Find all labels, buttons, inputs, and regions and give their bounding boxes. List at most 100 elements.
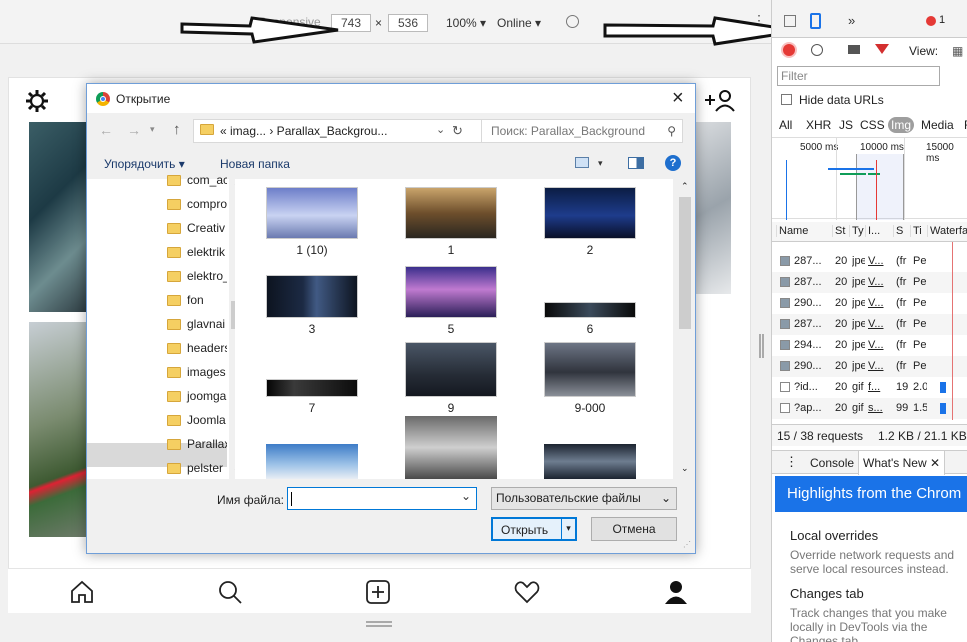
file-thumbnail[interactable] (266, 187, 358, 239)
file-thumbnail[interactable] (405, 342, 497, 397)
file-name[interactable]: 3 (252, 322, 372, 336)
record-icon[interactable] (783, 44, 795, 56)
request-row[interactable]: ?id... 20 gif f... 19 2.0 (772, 377, 967, 398)
whats-new-item[interactable]: Changes tab Track changes that you make … (790, 586, 967, 642)
file-name[interactable]: 1 (391, 243, 511, 257)
settings-gear-icon[interactable] (25, 89, 49, 113)
forward-icon[interactable]: → (127, 122, 141, 138)
help-icon[interactable]: ? (665, 155, 681, 171)
home-icon[interactable] (69, 579, 95, 605)
filter-icon[interactable] (875, 44, 889, 54)
file-thumbnail[interactable] (405, 416, 497, 479)
request-row[interactable]: 294... 20 jpe V... (fr Pe (772, 335, 967, 356)
tree-item[interactable]: pelster (167, 456, 227, 480)
close-tab-icon[interactable]: ✕ (930, 456, 940, 470)
file-thumbnail[interactable] (266, 444, 358, 479)
file-thumbnail[interactable] (544, 444, 636, 479)
whats-new-item[interactable]: Local overrides Override network request… (790, 528, 967, 578)
tree-item[interactable]: com_ac (167, 168, 227, 192)
list-view-icon[interactable]: ▦ (952, 44, 963, 58)
request-row[interactable]: 290... 20 jpe V... (fr Pe (772, 356, 967, 377)
file-thumbnail[interactable] (544, 187, 636, 239)
close-icon[interactable]: × (672, 87, 684, 110)
column-header[interactable]: I... (865, 225, 893, 237)
inspect-icon[interactable] (784, 15, 796, 27)
clear-icon[interactable] (811, 44, 823, 56)
file-name[interactable]: 7 (252, 401, 372, 415)
zoom-select[interactable]: 100% ▾ (446, 16, 486, 30)
preview-pane-icon[interactable] (628, 157, 644, 169)
tree-item[interactable]: images (167, 360, 227, 384)
file-name[interactable]: 6 (530, 322, 650, 336)
file-name[interactable]: 1 (10) (252, 243, 372, 257)
column-header[interactable]: Waterfa (927, 225, 967, 237)
type-filter-xhr[interactable]: XHR (806, 118, 831, 132)
open-button[interactable]: Открыть ▾ (491, 517, 577, 541)
file-thumbnail[interactable] (266, 379, 358, 397)
column-header[interactable]: Ty (849, 225, 865, 237)
tree-item[interactable]: Creativ (167, 216, 227, 240)
tree-item[interactable]: joomga (167, 384, 227, 408)
filename-input[interactable]: ⌄ (287, 487, 477, 510)
drawer-menu-icon[interactable]: ⋮ (785, 454, 798, 470)
type-filter-media[interactable]: Media (921, 118, 954, 132)
resize-grip-icon[interactable]: ⋰ (683, 540, 691, 549)
back-icon[interactable]: ← (99, 122, 113, 138)
new-folder-button[interactable]: Новая папка (220, 152, 290, 176)
tree-item[interactable]: headers (167, 336, 227, 360)
tree-item[interactable]: Parallax (167, 432, 227, 456)
tree-item[interactable]: compro (167, 192, 227, 216)
column-header[interactable]: Ti (910, 225, 927, 237)
side-resize-handle[interactable] (759, 334, 764, 358)
view-chevron-icon[interactable]: ▾ (598, 158, 603, 169)
files-scrollbar[interactable]: ⌃ ⌄ (677, 179, 694, 479)
file-thumbnail[interactable] (266, 275, 358, 318)
add-user-icon[interactable] (703, 88, 737, 112)
history-chevron-icon[interactable]: ▾ (150, 124, 155, 135)
file-thumbnail[interactable] (544, 302, 636, 318)
type-filter-js[interactable]: JS (839, 118, 853, 132)
device-toggle-icon[interactable] (810, 13, 821, 29)
file-thumbnail[interactable] (405, 266, 497, 318)
request-row[interactable]: 287... 20 jpe V... (fr Pe (772, 314, 967, 335)
resize-handle[interactable] (366, 621, 392, 627)
files-scroll-up-icon[interactable]: ⌃ (681, 181, 689, 192)
tree-item[interactable]: Joomla (167, 408, 227, 432)
grid-photo[interactable] (693, 122, 731, 294)
tree-item[interactable]: elektro_ (167, 264, 227, 288)
grid-photo[interactable] (29, 122, 89, 312)
files-scroll-thumb[interactable] (679, 197, 691, 329)
heart-icon[interactable] (514, 579, 540, 605)
open-dropdown-icon[interactable]: ▾ (561, 517, 575, 541)
filename-chevron-icon[interactable]: ⌄ (461, 489, 471, 503)
tree-item[interactable]: elektrik (167, 240, 227, 264)
breadcrumb-chevron-icon[interactable]: ⌄ (436, 123, 445, 136)
height-input[interactable]: 536 (388, 14, 428, 32)
hide-data-urls-checkbox[interactable] (781, 94, 792, 105)
file-thumbnail[interactable] (544, 342, 636, 397)
rotate-icon[interactable] (566, 15, 579, 28)
tree-item[interactable]: fon (167, 288, 227, 312)
more-tabs-icon[interactable]: » (848, 13, 855, 28)
search-field[interactable]: Поиск: Parallax_Background ⚲ (481, 119, 683, 143)
request-row[interactable]: 290... 20 jpe V... (fr Pe (772, 293, 967, 314)
request-row[interactable]: ?ap... 20 gif s... 99 1.5 (772, 398, 967, 419)
file-name[interactable]: 9 (391, 401, 511, 415)
tab-whats-new[interactable]: What's New ✕ (858, 451, 946, 475)
filter-input[interactable]: Filter (777, 66, 940, 86)
type-filter-img[interactable]: Img (888, 117, 915, 133)
tab-console[interactable]: Console (810, 456, 854, 470)
request-row[interactable]: 287... 20 jpe V... (fr Pe (772, 251, 967, 272)
throttle-select[interactable]: Online ▾ (497, 16, 541, 30)
file-name[interactable]: 2 (530, 243, 650, 257)
new-post-icon[interactable] (365, 579, 391, 605)
column-header[interactable]: S (893, 225, 910, 237)
search-icon[interactable] (217, 579, 243, 605)
tree-item[interactable]: glavnai (167, 312, 227, 336)
screenshot-icon[interactable] (848, 45, 860, 54)
request-row[interactable]: 287... 20 jpe V... (fr Pe (772, 272, 967, 293)
error-count[interactable]: 1 (939, 14, 945, 26)
cancel-button[interactable]: Отмена (591, 517, 677, 541)
files-scroll-down-icon[interactable]: ⌄ (681, 463, 689, 474)
file-name[interactable]: 5 (391, 322, 511, 336)
